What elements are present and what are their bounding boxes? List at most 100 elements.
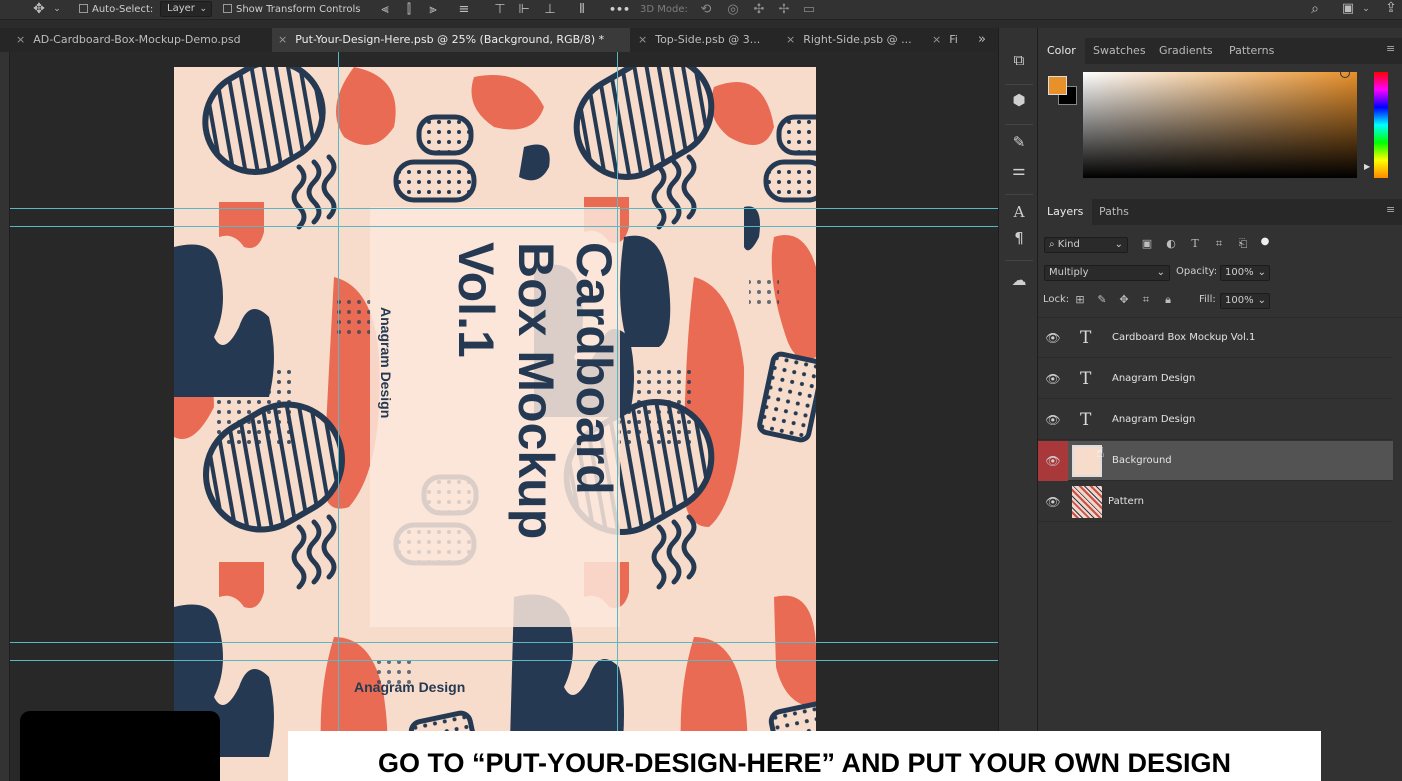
video-overlay-box <box>20 711 220 781</box>
move-tool-icon[interactable]: ✥ <box>30 1 48 17</box>
foreground-color-swatch[interactable] <box>1048 76 1067 95</box>
blend-mode-dropdown[interactable]: Multiply ⌄ <box>1044 265 1170 281</box>
layer-filter-kind-dropdown[interactable]: ⌕ Kind ⌄ <box>1044 237 1128 253</box>
3d-icon[interactable]: ⬢ <box>1007 88 1031 112</box>
tab-top-side[interactable]: × Top-Side.psb @ 3... <box>632 28 772 52</box>
slide-3d-icon[interactable]: ✢ <box>775 2 793 18</box>
roll-3d-icon[interactable]: ◎ <box>724 2 742 18</box>
workspace-chevron-icon[interactable]: ⌄ <box>1362 1 1370 17</box>
guide-horizontal[interactable] <box>10 208 998 209</box>
layer-row-text-title[interactable]: 👁︎ T Cardboard Box Mockup Vol.1 <box>1038 318 1393 358</box>
lock-position-icon[interactable]: ✥ <box>1118 292 1130 308</box>
lock-transparency-icon[interactable]: ⊞ <box>1074 292 1086 308</box>
brush-settings-icon[interactable]: ✎ <box>1007 130 1031 154</box>
fill-field[interactable]: 100% ⌄ <box>1220 293 1270 309</box>
filter-toggle-icon[interactable]: ● <box>1260 234 1270 250</box>
layer-row-background[interactable]: 👁︎ ☝︎ Background <box>1038 441 1393 481</box>
share-icon[interactable]: ⇪ <box>1382 0 1400 16</box>
dock-divider <box>1005 194 1033 195</box>
filter-smart-object-icon[interactable]: ⎗ <box>1236 236 1250 252</box>
align-right-icon[interactable]: ⫸ <box>426 2 440 18</box>
tab-color[interactable]: Color <box>1038 38 1085 64</box>
tab-put-your-design-here[interactable]: × Put-Your-Design-Here.psb @ 25% (Backgro… <box>272 28 630 52</box>
paragraph-icon[interactable]: ¶ <box>1007 226 1031 250</box>
search-icon[interactable]: ⌕ <box>1306 1 1324 17</box>
tab-overflow-button[interactable]: » <box>972 28 996 52</box>
lock-pixels-icon[interactable]: ✎ <box>1096 292 1108 308</box>
guide-horizontal[interactable] <box>10 660 998 661</box>
eye-icon[interactable]: 👁︎ <box>1038 318 1068 358</box>
color-picker-ring[interactable] <box>1340 68 1350 78</box>
close-icon[interactable]: × <box>278 33 287 46</box>
eye-icon[interactable]: 👁︎ <box>1038 441 1068 481</box>
layers-panel-tabs: Layers Paths ≡ <box>1038 199 1402 225</box>
guide-horizontal[interactable] <box>10 642 998 643</box>
guide-horizontal[interactable] <box>10 226 998 227</box>
layer-row-text-anagram-1[interactable]: 👁︎ T Anagram Design <box>1038 359 1393 399</box>
dock-divider <box>1005 124 1033 125</box>
history-icon[interactable]: ⧉ <box>1007 48 1031 72</box>
tool-preset-chevron-icon[interactable]: ⌄ <box>52 1 62 17</box>
pan-3d-icon[interactable]: ✣ <box>750 2 768 18</box>
layer-row-text-anagram-2[interactable]: 👁︎ T Anagram Design <box>1038 400 1393 440</box>
layer-name: Anagram Design <box>1112 373 1196 384</box>
guide-vertical[interactable] <box>617 52 618 781</box>
close-icon[interactable]: × <box>638 33 647 46</box>
filter-adjustment-icon[interactable]: ◐ <box>1164 236 1178 252</box>
document-canvas[interactable]: Cardboard Box Mockup Vol.1 Anagram Desig… <box>10 52 998 781</box>
artwork-title-line1: Cardboard <box>566 242 622 495</box>
tab-layers[interactable]: Layers <box>1038 199 1093 225</box>
opacity-field[interactable]: 100% ⌄ <box>1220 265 1270 281</box>
tab-fi[interactable]: × Fi <box>926 28 966 52</box>
close-icon[interactable]: × <box>932 33 941 46</box>
orbit-3d-icon[interactable]: ⟲ <box>697 2 715 18</box>
align-left-icon[interactable]: ⫷ <box>378 2 392 18</box>
lock-artboard-icon[interactable]: ⌗ <box>1140 292 1152 308</box>
adjustments-icon[interactable]: ⚌ <box>1007 158 1031 182</box>
checkbox-box <box>79 4 88 13</box>
more-options-button[interactable]: ••• <box>609 2 630 18</box>
scale-3d-icon[interactable]: ▭ <box>800 2 818 18</box>
filter-pixel-icon[interactable]: ▣ <box>1140 236 1154 252</box>
show-transform-checkbox[interactable]: Show Transform Controls <box>223 2 360 18</box>
align-top-icon[interactable]: ⊤ <box>493 2 507 18</box>
tab-mockup-demo[interactable]: × AD-Cardboard-Box-Mockup-Demo.psd <box>10 28 272 52</box>
tab-gradients[interactable]: Gradients <box>1150 38 1222 64</box>
filter-type-icon[interactable]: T <box>1188 236 1202 252</box>
eye-icon[interactable]: 👁︎ <box>1038 482 1068 522</box>
hue-slider[interactable] <box>1374 72 1388 178</box>
tab-swatches[interactable]: Swatches <box>1084 38 1155 64</box>
auto-select-checkbox[interactable]: Auto-Select: <box>79 2 153 18</box>
artwork[interactable]: Cardboard Box Mockup Vol.1 Anagram Desig… <box>174 67 816 781</box>
align-hcenter-icon[interactable]: ⫿ <box>402 2 416 18</box>
character-icon[interactable]: A <box>1007 200 1031 224</box>
eye-icon[interactable]: 👁︎ <box>1038 400 1068 440</box>
chevron-down-icon: ⌄ <box>1257 295 1266 306</box>
lock-all-icon[interactable]: 🔒︎ <box>1162 292 1174 308</box>
text-layer-icon: T <box>1080 410 1092 430</box>
tab-patterns[interactable]: Patterns <box>1220 38 1283 64</box>
guide-vertical[interactable] <box>338 52 339 781</box>
tab-right-side[interactable]: × Right-Side.psb @ ... <box>780 28 920 52</box>
filter-shape-icon[interactable]: ⌗ <box>1212 236 1226 252</box>
hue-slider-handle-icon[interactable]: ▶ <box>1364 162 1370 171</box>
dock-divider <box>1005 84 1033 85</box>
auto-select-target-dropdown[interactable]: Layer ⌄ <box>160 1 212 17</box>
align-vcenter-icon[interactable]: ⊩ <box>517 2 531 18</box>
distribute-icon[interactable]: ≡ <box>457 2 471 18</box>
color-field[interactable] <box>1083 72 1357 178</box>
libraries-icon[interactable]: ☁ <box>1007 268 1031 292</box>
close-icon[interactable]: × <box>786 33 795 46</box>
chevron-down-icon: ⌄ <box>1114 239 1123 250</box>
tab-paths[interactable]: Paths <box>1090 199 1138 225</box>
layer-row-pattern[interactable]: 👁︎ Pattern <box>1038 482 1393 522</box>
distribute-vertical-icon[interactable]: ⦀ <box>575 2 589 18</box>
panel-menu-icon[interactable]: ≡ <box>1386 43 1396 54</box>
layer-name: Anagram Design <box>1112 414 1196 425</box>
panel-menu-icon[interactable]: ≡ <box>1386 204 1396 215</box>
fill-value: 100% <box>1225 295 1254 306</box>
align-bottom-icon[interactable]: ⊥ <box>543 2 557 18</box>
close-icon[interactable]: × <box>16 33 25 46</box>
workspace-icon[interactable]: ▣ <box>1338 1 1358 17</box>
eye-icon[interactable]: 👁︎ <box>1038 359 1068 399</box>
